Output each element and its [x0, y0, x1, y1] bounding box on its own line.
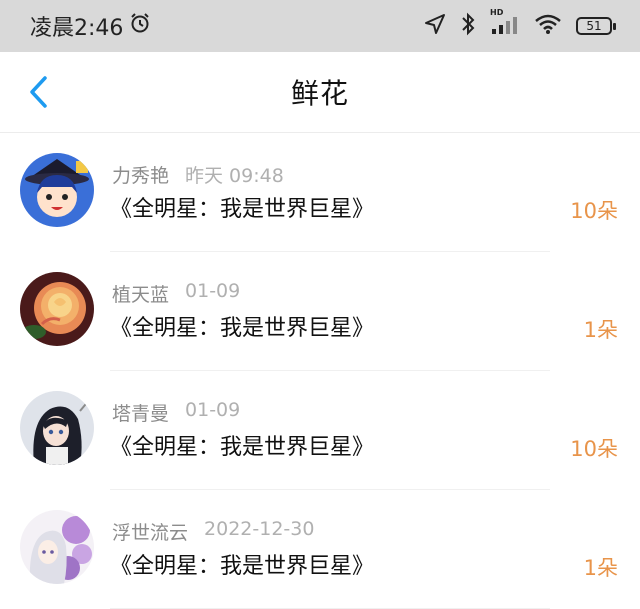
flower-list: 力秀艳 昨天 09:48 《全明星：我是世界巨星》 10朵 植天蓝 01-09 …	[0, 133, 640, 609]
item-date: 01-09	[185, 399, 241, 421]
book-title: 《全明星：我是世界巨星》	[110, 554, 375, 579]
nav-bar: 鲜花	[0, 52, 640, 133]
bluetooth-icon	[460, 12, 476, 40]
item-date: 2022-12-30	[204, 518, 315, 540]
status-bar: 凌晨2:46 HD 51	[0, 0, 640, 52]
battery-level: 51	[586, 19, 602, 33]
list-item[interactable]: 植天蓝 01-09 《全明星：我是世界巨星》 1朵	[0, 252, 640, 371]
list-item[interactable]: 塔青曼 01-09 《全明星：我是世界巨星》 10朵	[0, 371, 640, 490]
chevron-left-icon	[30, 76, 47, 108]
avatar[interactable]	[20, 391, 94, 465]
book-title: 《全明星：我是世界巨星》	[110, 316, 375, 341]
status-time: 凌晨2:46	[30, 16, 124, 41]
user-name: 浮世流云	[112, 522, 189, 544]
item-meta: 力秀艳 昨天 09:48	[112, 161, 284, 188]
item-meta: 塔青曼 01-09	[112, 399, 240, 426]
item-meta: 植天蓝 01-09	[112, 280, 240, 307]
flower-count: 10朵	[570, 199, 618, 223]
item-date: 01-09	[185, 280, 241, 302]
avatar[interactable]	[20, 153, 94, 227]
alarm-icon	[129, 12, 151, 40]
anime-dark-hair-avatar-icon	[20, 391, 94, 465]
user-name: 塔青曼	[112, 403, 170, 425]
back-button[interactable]	[20, 74, 56, 110]
item-meta: 浮世流云 2022-12-30	[112, 518, 314, 545]
wifi-icon	[534, 13, 562, 39]
book-title: 《全明星：我是世界巨星》	[110, 197, 375, 222]
anime-girl-hat-avatar-icon	[20, 153, 94, 227]
flower-count: 1朵	[583, 556, 618, 580]
signal-hd-badge: HD	[490, 8, 504, 17]
item-date: 昨天 09:48	[185, 165, 284, 187]
book-title: 《全明星：我是世界巨星》	[110, 435, 375, 460]
anime-white-hair-avatar-icon	[20, 510, 94, 584]
avatar[interactable]	[20, 510, 94, 584]
rose-flower-avatar-icon	[20, 272, 94, 346]
status-right: HD 51	[424, 8, 618, 40]
signal-icon: HD	[490, 8, 520, 40]
flower-count: 1朵	[583, 318, 618, 342]
list-item[interactable]: 力秀艳 昨天 09:48 《全明星：我是世界巨星》 10朵	[0, 133, 640, 252]
page-title: 鲜花	[290, 77, 349, 110]
location-icon	[424, 13, 446, 39]
user-name: 植天蓝	[112, 284, 170, 306]
status-left: 凌晨2:46	[30, 10, 151, 42]
avatar[interactable]	[20, 272, 94, 346]
flower-count: 10朵	[570, 437, 618, 461]
list-item[interactable]: 浮世流云 2022-12-30 《全明星：我是世界巨星》 1朵	[0, 490, 640, 609]
user-name: 力秀艳	[112, 165, 170, 187]
battery-icon: 51	[576, 15, 618, 37]
